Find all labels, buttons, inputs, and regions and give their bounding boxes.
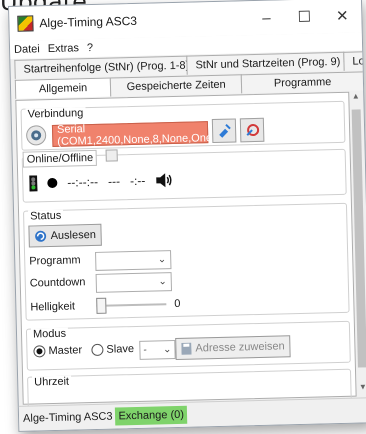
verbindung-group: Verbindung Serial (COM1,2400,None,8,None… xyxy=(20,100,346,151)
tab-programme[interactable]: Programme xyxy=(241,71,365,94)
disk-icon xyxy=(181,342,192,355)
programm-label: Programm xyxy=(29,254,81,268)
app-logo-icon xyxy=(17,15,34,32)
slave-radio-indicator xyxy=(91,343,104,357)
slave-address-value: - xyxy=(143,344,147,356)
plug-disconnect-icon xyxy=(246,124,260,137)
tab-allgemein[interactable]: Allgemein xyxy=(14,77,112,99)
record-dot-icon xyxy=(47,177,58,189)
countdown-label: Countdown xyxy=(29,276,86,290)
menu-help[interactable]: ? xyxy=(87,42,93,54)
serial-connection-field[interactable]: Serial (COM1,2400,None,8,None,One) xyxy=(51,121,216,148)
verbindung-label: Verbindung xyxy=(25,107,86,121)
disconnect-button[interactable] xyxy=(239,117,265,143)
read-icon xyxy=(35,230,47,242)
connect-settings-button[interactable] xyxy=(25,125,47,146)
tab-log[interactable]: Log xyxy=(343,50,366,71)
online-offline-label: Online/Offline xyxy=(22,149,98,168)
scroll-up-icon[interactable]: ▲ xyxy=(350,91,361,105)
status-group: Status Auslesen Programm ⌄ Countdown ⌄ H… xyxy=(23,202,350,321)
allgemein-panel: Verbindung Serial (COM1,2400,None,8,None… xyxy=(15,91,357,419)
modus-group: Modus Master Slave - ⌄ Adresse zuweisen xyxy=(25,320,351,371)
gear-icon xyxy=(31,130,42,141)
slave-radio[interactable]: Slave xyxy=(91,343,135,357)
connect-button[interactable] xyxy=(211,118,237,144)
time-main: --:--:-- xyxy=(67,174,99,190)
window-title: Alge-Timing ASC3 xyxy=(39,13,138,31)
menu-datei[interactable]: Datei xyxy=(14,43,40,56)
helligkeit-value: 0 xyxy=(174,297,181,311)
helligkeit-slider-handle[interactable] xyxy=(96,297,107,314)
slave-label: Slave xyxy=(106,343,135,356)
status-label: Status xyxy=(28,209,64,223)
maximize-button[interactable]: ☐ xyxy=(285,0,324,34)
online-indicator xyxy=(105,149,118,162)
helligkeit-label: Helligkeit xyxy=(30,300,76,314)
speaker-icon[interactable] xyxy=(155,172,173,188)
tab-gespeicherte-zeiten[interactable]: Gespeicherte Zeiten xyxy=(109,74,243,97)
minimize-button[interactable]: – xyxy=(247,0,286,35)
statusbar-app: Alge-Timing ASC3 xyxy=(22,410,113,425)
assign-address-label: Adresse zuweisen xyxy=(195,340,285,355)
close-button[interactable]: ✕ xyxy=(323,0,362,33)
master-radio-indicator xyxy=(33,345,46,358)
tab-stnr-startzeiten[interactable]: StNr und Startzeiten (Prog. 9) xyxy=(186,51,345,75)
countdown-select[interactable]: ⌄ xyxy=(95,272,173,293)
plug-connect-icon xyxy=(219,123,231,138)
timing-readout: --:--:-- --- -:-- xyxy=(29,172,173,192)
menu-extras[interactable]: Extras xyxy=(48,42,79,55)
app-window: Alge-Timing ASC3 – ☐ ✕ Datei Extras ? St… xyxy=(8,0,366,432)
slave-address-select[interactable]: - ⌄ xyxy=(139,340,176,360)
online-group: Online/Offline --:--:-- --- -:-- xyxy=(21,148,347,203)
auslesen-label: Auslesen xyxy=(50,228,97,243)
uhrzeit-label: Uhrzeit xyxy=(32,375,72,389)
scroll-down-icon[interactable]: ▼ xyxy=(357,382,366,396)
time-secondary: --- xyxy=(107,174,121,189)
assign-address-button[interactable]: Adresse zuweisen xyxy=(175,335,291,361)
master-radio[interactable]: Master xyxy=(33,344,83,358)
helligkeit-slider[interactable] xyxy=(96,303,167,307)
programm-select[interactable]: ⌄ xyxy=(95,250,172,271)
auslesen-button[interactable]: Auslesen xyxy=(28,223,103,248)
time-tertiary: -:-- xyxy=(129,173,146,189)
traffic-light-icon xyxy=(29,175,38,192)
statusbar-exchange: Exchange (0) xyxy=(115,405,188,426)
master-label: Master xyxy=(48,344,83,358)
modus-label: Modus xyxy=(30,327,69,341)
